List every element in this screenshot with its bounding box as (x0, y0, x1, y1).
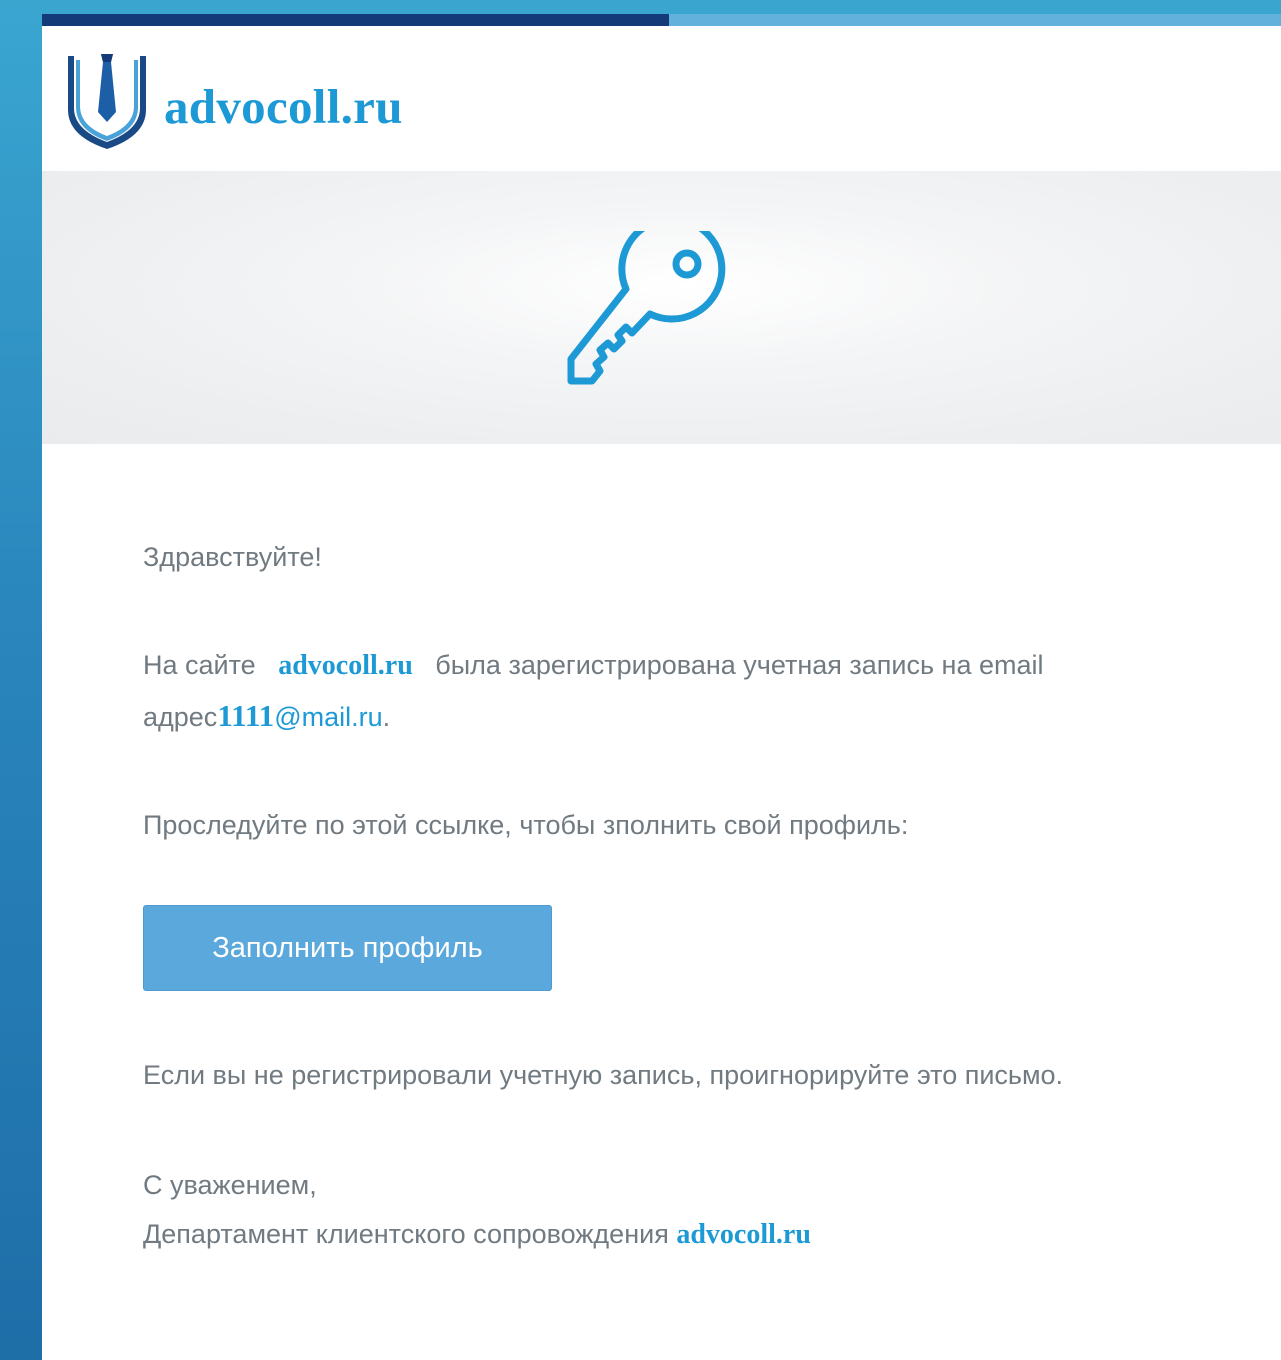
shield-tie-icon (68, 54, 146, 149)
signature-department-line: Департамент клиентского сопровождения ad… (143, 1221, 811, 1249)
registration-prefix: На сайте (143, 650, 256, 680)
email-domain[interactable]: @mail.ru (274, 702, 382, 732)
top-bar-dark-segment (42, 14, 669, 26)
email-card: advocoll.ru Здравствуйте! На сайте advoc… (42, 14, 1281, 1360)
email-header: advocoll.ru (42, 26, 1281, 171)
signature-regards: С уважением, (143, 1170, 317, 1200)
key-icon (567, 231, 726, 385)
top-accent-bar (42, 14, 1281, 26)
email-user[interactable]: 1111 (217, 698, 274, 733)
fill-profile-button[interactable]: Заполнить профиль (143, 905, 552, 991)
address-label: адрес (143, 702, 218, 732)
signature-department: Департамент клиентского сопровождения (143, 1219, 669, 1249)
logo-text: advocoll.ru (164, 79, 403, 134)
period: . (382, 702, 391, 732)
instruction-text: Проследуйте по этой ссылке, чтобы зполни… (143, 810, 909, 840)
registration-line-1: На сайте advocoll.ru была зарегистрирова… (143, 652, 1044, 680)
site-link[interactable]: advocoll.ru (278, 650, 413, 681)
registration-middle: была зарегистрирована учетная запись на … (435, 650, 1044, 680)
greeting-text: Здравствуйте! (143, 542, 322, 572)
ignore-note: Если вы не регистрировали учетную запись… (143, 1060, 1064, 1090)
registration-line-2: адрес1111@mail.ru. (143, 700, 390, 731)
top-bar-light-segment (669, 14, 1281, 26)
hero-banner (42, 171, 1281, 444)
signature-site-link[interactable]: advocoll.ru (676, 1219, 811, 1250)
